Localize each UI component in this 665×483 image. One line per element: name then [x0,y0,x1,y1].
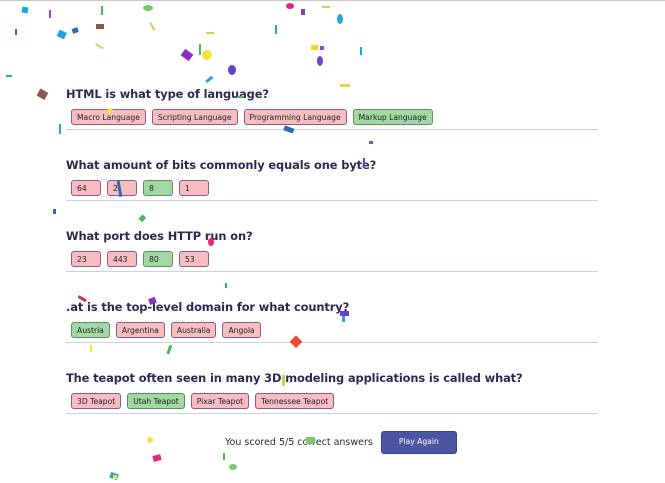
answer-option[interactable]: 443 [107,251,137,267]
answer-list: Austria Argentina Australia Angola [71,322,261,338]
confetti-piece [21,6,29,14]
confetti-piece [147,437,153,443]
confetti-piece [138,214,147,223]
answer-option[interactable]: Markup Language [352,109,433,125]
confetti-piece [369,141,373,144]
confetti-piece [275,25,277,34]
confetti-piece [342,316,345,322]
question-text: What port does HTTP run on? [66,229,253,243]
confetti-piece [205,75,214,84]
confetti-piece [229,464,237,470]
confetti-piece [49,10,51,18]
confetti-piece [6,75,12,77]
confetti-piece [95,43,104,50]
confetti-piece [311,45,318,50]
answer-option[interactable]: 3D Teapot [71,393,122,409]
confetti-piece [96,24,104,29]
confetti-piece [36,88,49,100]
answer-option[interactable]: Programming Language [243,109,347,125]
question-text: .at is the top-level domain for what cou… [66,300,350,314]
confetti-piece [90,345,92,352]
answer-option[interactable]: 53 [179,251,209,267]
confetti-piece [223,453,225,460]
answer-option[interactable]: 23 [71,251,101,267]
answer-option[interactable]: Australia [170,322,217,338]
answer-option[interactable]: Austria [71,322,110,338]
answer-option[interactable]: Scripting Language [151,109,238,125]
confetti-piece [199,44,201,55]
score-text: You scored 5/5 correct answers [225,437,373,448]
confetti-piece [317,56,323,66]
answer-list: 3D Teapot Utah Teapot Pixar Teapot Tenne… [71,393,335,409]
question-text: The teapot often seen in many 3D modelin… [66,371,523,385]
divider [66,271,598,272]
answer-option[interactable]: 8 [143,180,173,196]
confetti-piece [180,48,194,62]
confetti-piece [340,84,350,87]
confetti-piece [15,29,17,35]
answer-option[interactable]: 1 [179,180,209,196]
divider [66,342,598,343]
confetti-piece [228,65,236,75]
confetti-piece [152,454,162,462]
question-text: What amount of bits commonly equals one … [66,158,377,172]
confetti-piece [202,50,212,60]
results-footer: You scored 5/5 correct answers Play Agai… [225,431,457,454]
answer-list: 23 443 80 53 [71,251,209,267]
confetti-piece [286,3,294,9]
answer-option[interactable]: Tennessee Teapot [255,393,335,409]
answer-option[interactable]: 2 [107,180,137,196]
confetti-piece [322,6,330,8]
question-text: HTML is what type of language? [66,87,269,101]
answer-option[interactable]: Angola [222,322,261,338]
confetti-piece [166,344,173,355]
answer-option[interactable]: Argentina [115,322,165,338]
confetti-piece [143,5,153,11]
answer-option[interactable]: Pixar Teapot [190,393,250,409]
confetti-piece [56,29,67,40]
confetti-piece [71,27,79,34]
confetti-piece [360,47,362,55]
confetti-piece [337,14,343,24]
confetti-piece [101,6,103,15]
confetti-piece [301,9,305,15]
confetti-piece [149,22,156,31]
answer-list: Macro Language Scripting Language Progra… [71,109,433,125]
play-again-button[interactable]: Play Again [380,431,457,454]
divider [66,129,598,130]
answer-option[interactable]: Macro Language [71,109,146,125]
divider [66,413,598,414]
confetti-piece [225,283,227,288]
confetti-piece [320,46,324,50]
confetti-piece [206,32,214,34]
answer-list: 64 2 8 1 [71,180,209,196]
confetti-piece [109,471,119,481]
confetti-piece [113,475,117,479]
divider [66,200,598,201]
answer-option[interactable]: 80 [143,251,173,267]
answer-option[interactable]: 64 [71,180,101,196]
confetti-piece [59,124,61,134]
confetti-piece [53,209,56,214]
answer-option[interactable]: Utah Teapot [127,393,185,409]
